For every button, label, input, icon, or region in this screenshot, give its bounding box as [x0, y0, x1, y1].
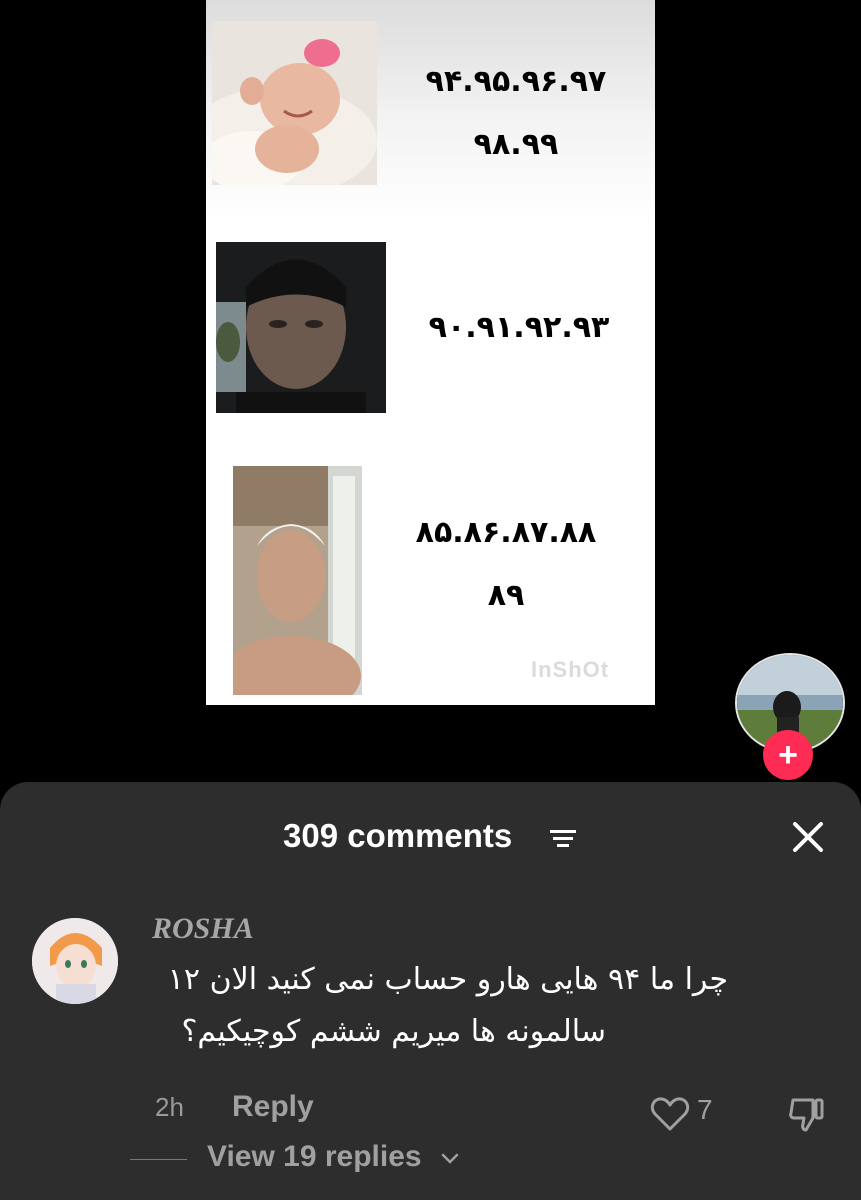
reply-button[interactable]: Reply [232, 1090, 314, 1124]
years-label: ۹۰.۹۱.۹۲.۹۳ [428, 310, 610, 345]
chevron-down-icon[interactable] [440, 1152, 460, 1166]
comments-count: 309 comments [283, 817, 513, 854]
divider [130, 1159, 187, 1160]
commenter-avatar[interactable] [32, 918, 118, 1004]
comment-username[interactable]: ROSHA [152, 912, 254, 946]
inshot-watermark: InShOt [531, 657, 610, 682]
years-label: ۸۹ [487, 578, 525, 613]
close-icon[interactable] [790, 819, 826, 855]
view-replies-button[interactable]: View 19 replies [207, 1140, 422, 1174]
thumbs-down-icon[interactable] [787, 1094, 827, 1134]
sort-icon[interactable] [548, 828, 578, 850]
years-label: ۹۸.۹۹ [473, 127, 559, 162]
years-label: ۹۴.۹۵.۹۶.۹۷ [425, 64, 607, 99]
years-label: ۸۵.۸۶.۸۷.۸۸ [415, 515, 597, 550]
man-photo [216, 242, 386, 413]
comments-header: 309 comments [0, 816, 861, 858]
comment-text-line: سالمونه ها میریم ششم کوچیکیم؟ [181, 1014, 606, 1049]
video-frame[interactable]: ۹۴.۹۵.۹۶.۹۷ ۹۸.۹۹ ۹۰.۹۱.۹۲.۹۳ ۸۵.۸۶.۸۷.۸… [206, 0, 655, 705]
heart-icon[interactable] [650, 1096, 690, 1132]
comments-sheet: 309 comments ROSHA چرا ما ۹۴ هایی هارو ح… [0, 782, 861, 1200]
baby-photo [212, 21, 377, 185]
comment-text: چرا ما ۹۴ هایی هارو حساب نمی کنید الان ۱… [148, 954, 748, 1058]
comment-timestamp: 2h [155, 1092, 184, 1122]
like-count: 7 [697, 1094, 713, 1125]
follow-button[interactable]: + [763, 730, 813, 780]
comment-text-line: چرا ما ۹۴ هایی هارو حساب نمی کنید الان ۱… [167, 962, 728, 997]
old-man-photo [233, 466, 362, 695]
